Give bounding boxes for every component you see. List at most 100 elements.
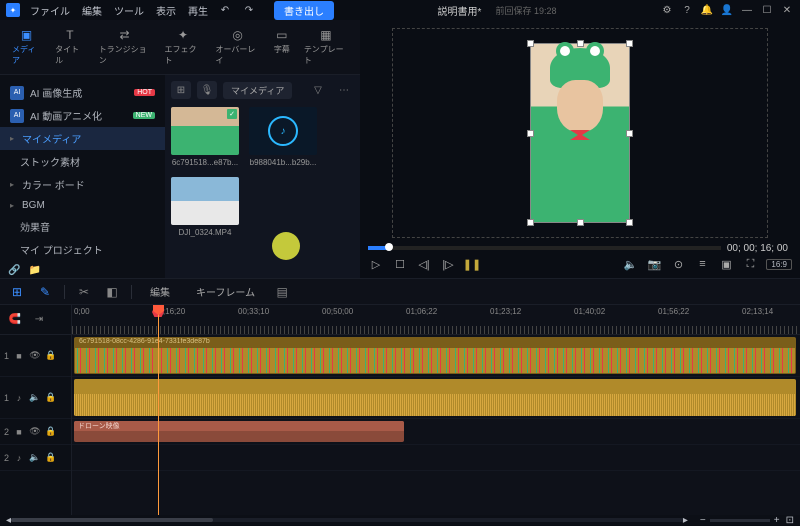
sidebar-ai-image[interactable]: AIAI 画像生成HOT xyxy=(0,81,165,104)
menu-edit[interactable]: 編集 xyxy=(82,3,102,18)
add-track-icon[interactable]: ⊞ xyxy=(8,283,26,301)
tab-subtitle[interactable]: ▭字幕 xyxy=(268,24,296,70)
tab-transition[interactable]: ⇄トランジション xyxy=(93,24,157,70)
record-button[interactable]: 🎙 xyxy=(197,81,217,99)
crop-tool-icon[interactable]: ◧ xyxy=(103,283,121,301)
cut-icon[interactable]: ✂ xyxy=(75,283,93,301)
edit-button[interactable]: 編集 xyxy=(142,282,178,301)
tab-overlay[interactable]: ◎オーバーレイ xyxy=(209,24,265,70)
properties-icon[interactable]: ▤ xyxy=(273,283,291,301)
link-icon[interactable]: 🔗 xyxy=(8,265,20,276)
resize-handle[interactable] xyxy=(527,219,534,226)
link-toggle-icon[interactable]: ⇥ xyxy=(30,311,48,329)
fullscreen-icon[interactable]: ⛶ xyxy=(742,256,758,272)
video-clip[interactable]: ドローン映像 xyxy=(74,421,404,442)
lock-icon[interactable]: 🔒 xyxy=(45,392,57,403)
media-thumb[interactable]: ✓ 6c791518...e87b... xyxy=(171,107,239,167)
resize-handle[interactable] xyxy=(626,40,633,47)
tab-template[interactable]: ▦テンプレート xyxy=(298,24,354,70)
resize-handle[interactable] xyxy=(577,219,584,226)
zoom-out-icon[interactable]: − xyxy=(700,515,706,526)
zoom-in-icon[interactable]: + xyxy=(774,515,780,526)
audio-clip[interactable] xyxy=(74,379,796,416)
zoom-slider[interactable] xyxy=(710,519,770,522)
sidebar-my-media[interactable]: ▸マイメディア xyxy=(0,127,165,150)
tab-media[interactable]: ▣メディア xyxy=(6,24,47,70)
audio-track[interactable] xyxy=(72,377,800,419)
lock-icon[interactable]: 🔒 xyxy=(45,426,57,437)
playhead[interactable] xyxy=(158,305,159,515)
export-button[interactable]: 書き出し xyxy=(274,1,334,20)
lock-icon[interactable]: 🔒 xyxy=(45,452,57,463)
maximize-icon[interactable]: ☐ xyxy=(760,3,774,17)
filter-icon[interactable]: ▽ xyxy=(308,81,328,99)
preview-stage[interactable] xyxy=(392,28,768,238)
settings-icon[interactable]: ⚙ xyxy=(660,3,674,17)
media-thumb[interactable]: ♪ b988041b...b29b... xyxy=(249,107,317,167)
sidebar-bgm[interactable]: ▸BGM xyxy=(0,196,165,215)
minimize-icon[interactable]: — xyxy=(740,3,754,17)
track-header[interactable]: 1■👁🔒 xyxy=(0,335,71,377)
timeline-ruler[interactable]: 0;00 00;16;20 00;33;10 00;50;00 01;06;22… xyxy=(72,305,800,335)
sidebar-my-project[interactable]: マイ プロジェクト xyxy=(0,238,165,261)
keyframe-button[interactable]: キーフレーム xyxy=(188,282,263,301)
folder-icon[interactable]: 📁 xyxy=(28,265,40,276)
scroll-right-icon[interactable]: ▸ xyxy=(683,515,688,526)
menu-play[interactable]: 再生 xyxy=(188,3,208,18)
sidebar-stock[interactable]: ストック素材 xyxy=(0,150,165,173)
tab-title[interactable]: Tタイトル xyxy=(49,24,91,70)
more-icon[interactable]: ⋯ xyxy=(334,81,354,99)
close-icon[interactable]: ✕ xyxy=(780,3,794,17)
quality-icon[interactable]: ⊙ xyxy=(670,256,686,272)
eye-icon[interactable]: 👁 xyxy=(29,426,41,437)
aspect-ratio[interactable]: 16:9 xyxy=(766,259,792,270)
mute-icon[interactable]: 🔈 xyxy=(29,392,41,403)
resize-handle[interactable] xyxy=(626,130,633,137)
import-add-button[interactable]: ⊞ xyxy=(171,81,191,99)
sidebar-ai-anim[interactable]: AIAI 動画アニメ化NEW xyxy=(0,104,165,127)
scrollbar-thumb[interactable] xyxy=(11,518,213,522)
resize-handle[interactable] xyxy=(577,40,584,47)
preview-scrubber[interactable] xyxy=(368,246,721,250)
undo-icon[interactable]: ↶ xyxy=(218,3,232,17)
resize-handle[interactable] xyxy=(527,130,534,137)
redo-icon[interactable]: ↷ xyxy=(242,3,256,17)
menu-view[interactable]: 表示 xyxy=(156,3,176,18)
crop-icon[interactable]: ▣ xyxy=(718,256,734,272)
video-clip[interactable]: 6c791518-08cc-4286-91e4-7331fe3de87b xyxy=(74,337,796,374)
pause-icon[interactable]: ❚❚ xyxy=(464,256,480,272)
media-filter-dropdown[interactable]: マイメディア xyxy=(223,82,292,99)
video-track[interactable]: ドローン映像 xyxy=(72,419,800,445)
eye-icon[interactable]: 👁 xyxy=(29,350,41,361)
media-thumb[interactable]: DJI_0324.MP4 xyxy=(171,177,239,237)
magnet-icon[interactable]: 🧲 xyxy=(6,311,24,329)
resize-handle[interactable] xyxy=(527,40,534,47)
zoom-fit-icon[interactable]: ⊡ xyxy=(786,515,794,526)
video-track[interactable]: 6c791518-08cc-4286-91e4-7331fe3de87b xyxy=(72,335,800,377)
lock-icon[interactable]: 🔒 xyxy=(45,350,57,361)
audio-track[interactable] xyxy=(72,445,800,471)
next-frame-button[interactable]: |▷ xyxy=(440,256,456,272)
snapshot-icon[interactable]: 📷 xyxy=(646,256,662,272)
sidebar-color-board[interactable]: ▸カラー ボード xyxy=(0,173,165,196)
bell-icon[interactable]: 🔔 xyxy=(700,3,714,17)
play-button[interactable]: ▷ xyxy=(368,256,384,272)
tab-effect[interactable]: ✦エフェクト xyxy=(158,24,207,70)
video-frame[interactable] xyxy=(530,43,630,223)
volume-icon[interactable]: 🔈 xyxy=(622,256,638,272)
compare-icon[interactable]: ≡ xyxy=(694,256,710,272)
user-icon[interactable]: 👤 xyxy=(720,3,734,17)
prev-frame-button[interactable]: ◁| xyxy=(416,256,432,272)
stop-button[interactable]: ☐ xyxy=(392,256,408,272)
track-header[interactable]: 2♪🔈🔒 xyxy=(0,445,71,471)
sidebar-sfx[interactable]: 効果音 xyxy=(0,215,165,238)
pen-icon[interactable]: ✎ xyxy=(36,283,54,301)
track-header[interactable]: 2■👁🔒 xyxy=(0,419,71,445)
menu-file[interactable]: ファイル xyxy=(30,3,70,18)
mute-icon[interactable]: 🔈 xyxy=(29,452,41,463)
timeline-scrollbar[interactable] xyxy=(11,518,683,522)
resize-handle[interactable] xyxy=(626,219,633,226)
menu-tool[interactable]: ツール xyxy=(114,3,144,18)
help-icon[interactable]: ? xyxy=(680,3,694,17)
track-header[interactable]: 1♪🔈🔒 xyxy=(0,377,71,419)
